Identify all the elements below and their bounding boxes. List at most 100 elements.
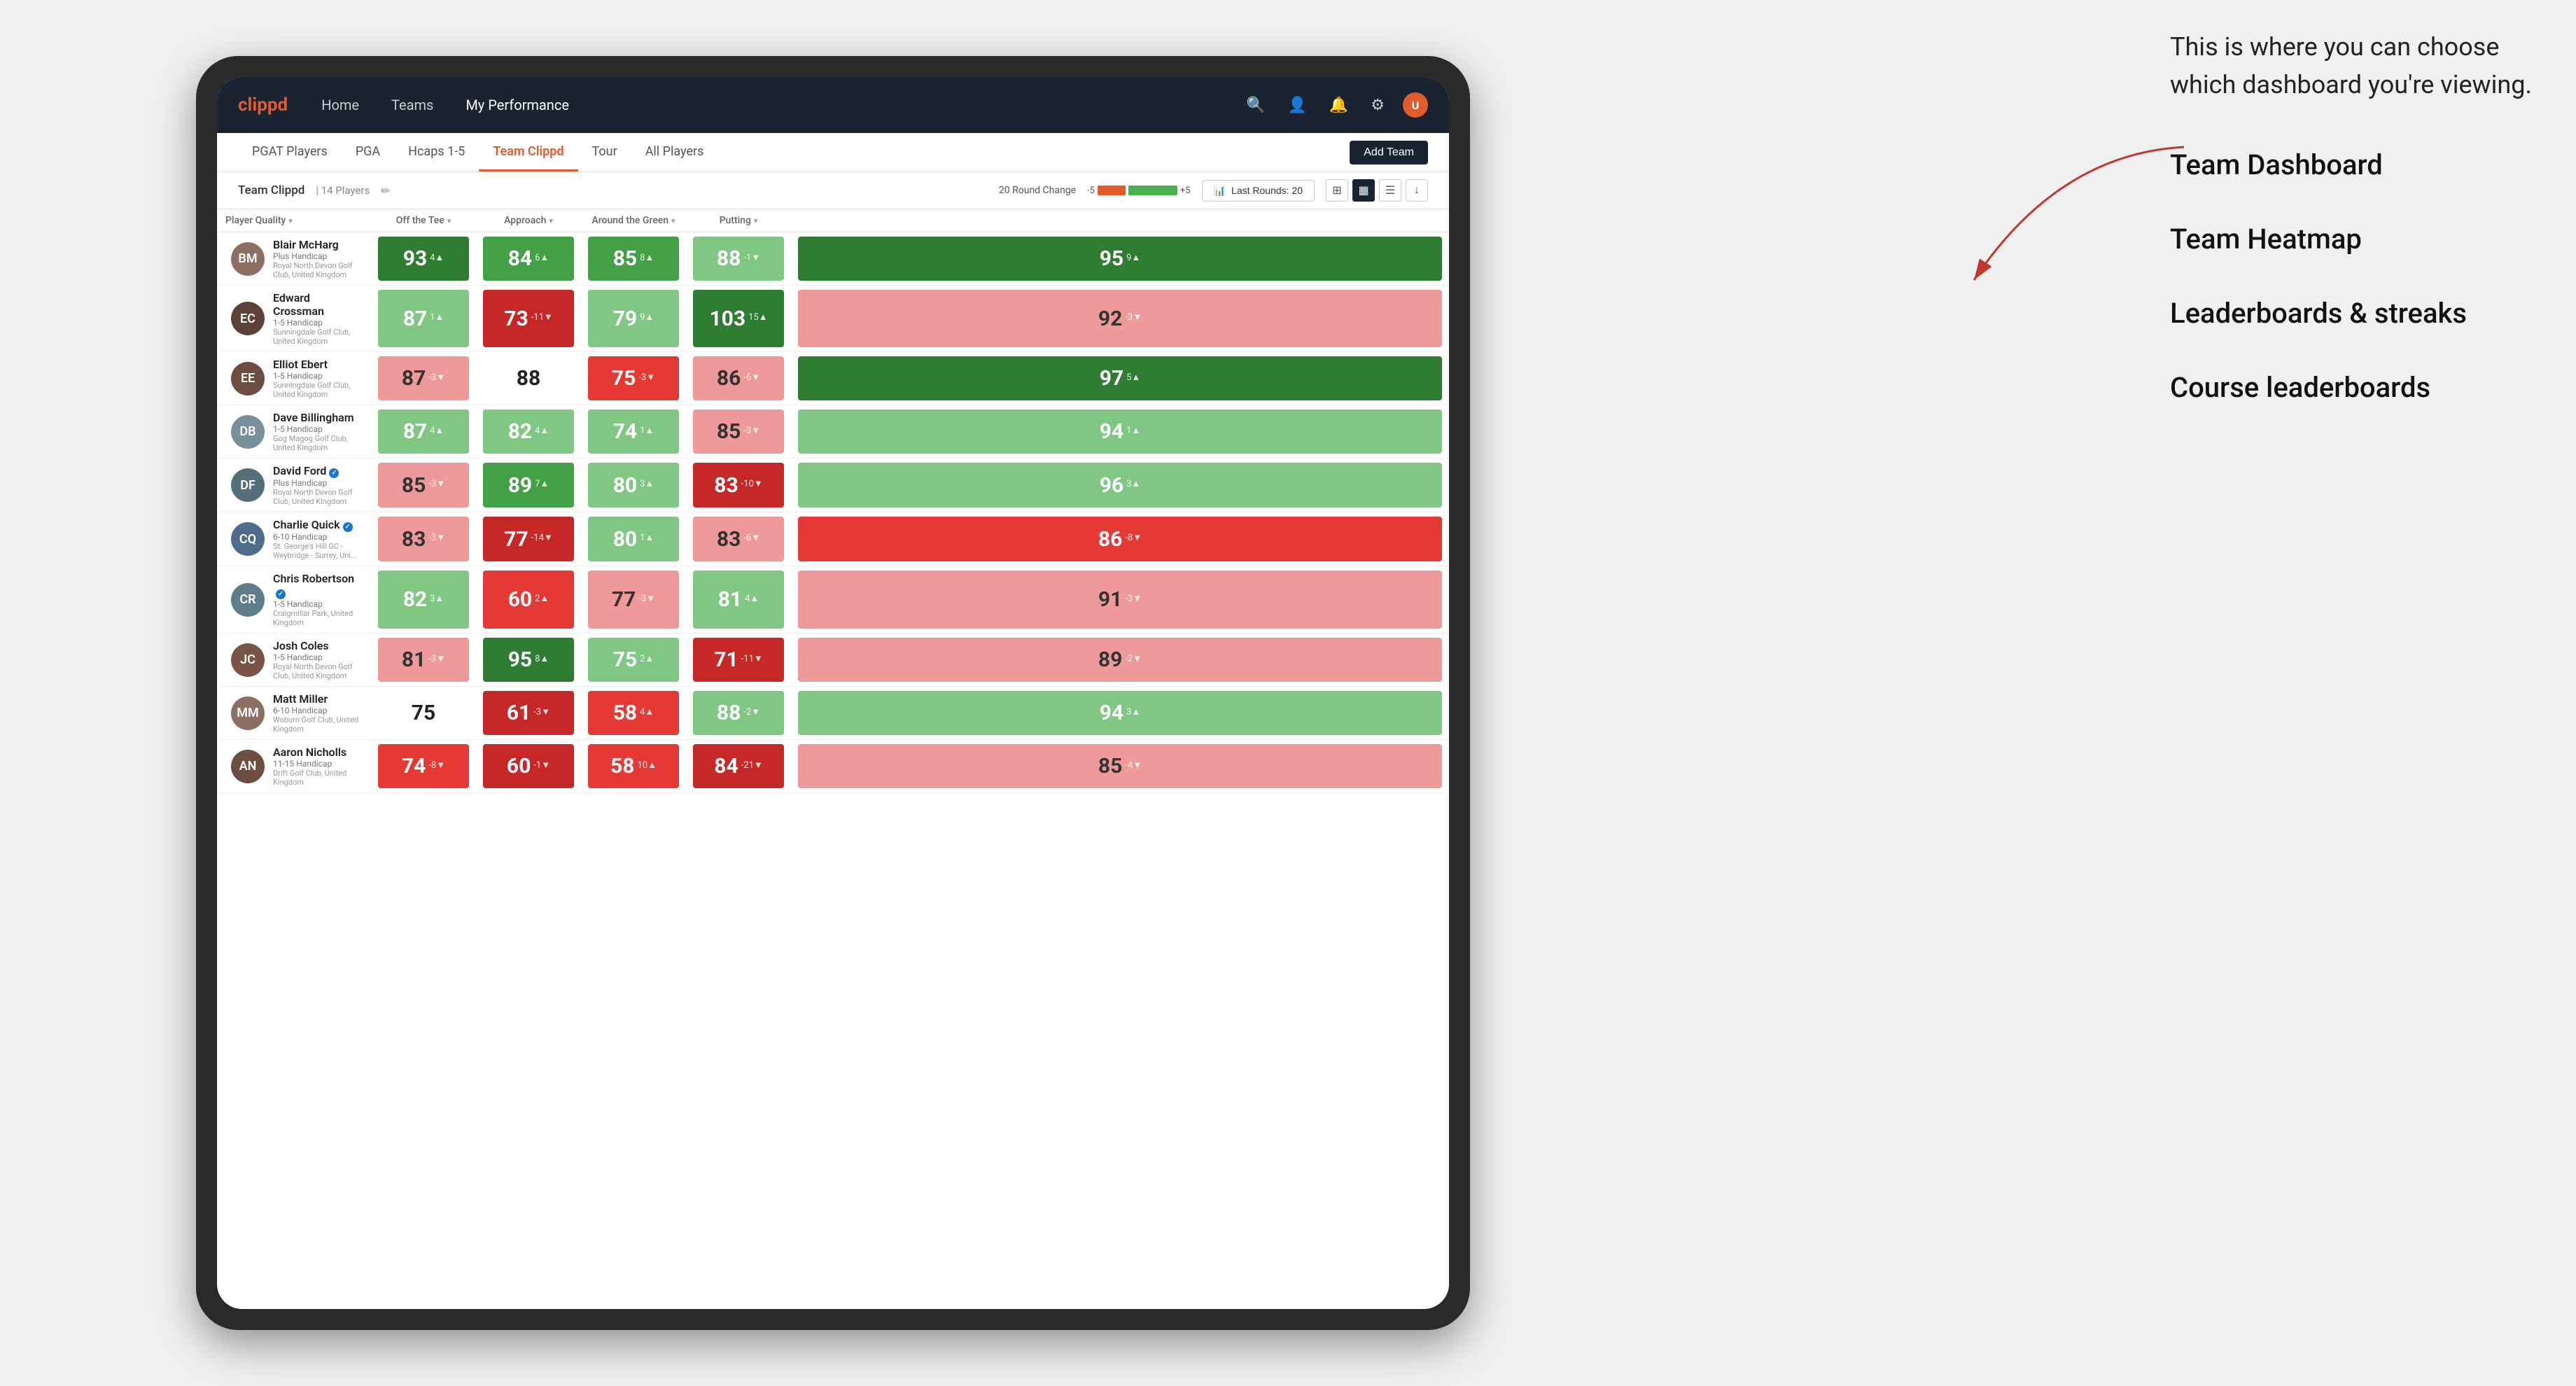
score-cell: 85 8▲ — [581, 232, 686, 286]
score-cell: 75 2▲ — [581, 634, 686, 687]
sort-icon: ▾ — [447, 216, 451, 225]
score-cell: 87 -3▼ — [371, 352, 476, 405]
table-container: Player Quality ▾ Off the Tee ▾ — [217, 209, 1449, 1309]
tab-tour[interactable]: Tour — [578, 133, 631, 172]
last-rounds-label: Last Rounds: 20 — [1231, 185, 1303, 196]
download-button[interactable]: ↓ — [1406, 179, 1428, 202]
tab-pga[interactable]: PGA — [342, 133, 394, 172]
players-tbody: BMBlair McHargPlus HandicapRoyal North D… — [217, 232, 1449, 793]
score-cell: 58 4▲ — [581, 687, 686, 740]
table-row[interactable]: MMMatt Miller6-10 HandicapWoburn Golf Cl… — [217, 687, 1449, 740]
add-team-button[interactable]: Add Team — [1350, 141, 1428, 164]
player-club: Royal North Devon Golf Club, United King… — [273, 488, 363, 506]
player-name: Charlie Quick✓ — [273, 518, 363, 532]
profile-button[interactable]: 👤 — [1283, 92, 1310, 118]
player-name: David Ford✓ — [273, 464, 363, 478]
table-row[interactable]: JCJosh Coles1-5 HandicapRoyal North Devo… — [217, 634, 1449, 687]
score-cell: 93 4▲ — [371, 232, 476, 286]
bar-red — [1098, 186, 1126, 195]
player-club: Craigmillar Park, United Kingdom — [273, 609, 363, 627]
dashboard-options: Team Dashboard Team Heatmap Leaderboards… — [2170, 146, 2534, 407]
team-header: Team Clippd | 14 Players ✏ 20 Round Chan… — [217, 172, 1449, 209]
score-cell: 89 7▲ — [476, 458, 581, 512]
player-name: Blair McHarg — [273, 238, 363, 251]
score-cell: 80 1▲ — [581, 512, 686, 566]
score-cell: 103 15▲ — [686, 286, 791, 352]
view-icons: ⊞ ▦ ☰ ↓ — [1326, 179, 1428, 202]
edit-icon[interactable]: ✏ — [381, 184, 390, 197]
player-cell: DBDave Billingham1-5 HandicapGog Magog G… — [217, 405, 371, 458]
option-team-dashboard: Team Dashboard — [2170, 146, 2534, 185]
col-header-putting: Putting ▾ — [686, 209, 791, 232]
score-cell: 88 — [476, 352, 581, 405]
score-cell: 80 3▲ — [581, 458, 686, 512]
player-handicap: Plus Handicap — [273, 251, 363, 261]
player-handicap: 6-10 Handicap — [273, 706, 363, 715]
tab-all-players[interactable]: All Players — [631, 133, 718, 172]
table-row[interactable]: ECEdward Crossman1-5 HandicapSunningdale… — [217, 286, 1449, 352]
col-header-player: Player Quality ▾ — [217, 209, 371, 232]
player-handicap: 11-15 Handicap — [273, 759, 363, 769]
table-row[interactable]: DBDave Billingham1-5 HandicapGog Magog G… — [217, 405, 1449, 458]
sort-icon: ▾ — [288, 216, 293, 225]
option-course-leaderboards: Course leaderboards — [2170, 368, 2534, 407]
score-cell: 85 -4▼ — [791, 740, 1449, 793]
score-cell: 84 -21▼ — [686, 740, 791, 793]
player-name: Edward Crossman — [273, 291, 363, 318]
round-change-pos: +5 — [1180, 186, 1191, 196]
team-name: Team Clippd — [238, 183, 304, 197]
tablet-screen: clippd Home Teams My Performance 🔍 👤 🔔 ⚙… — [217, 77, 1449, 1309]
player-cell: CRChris Robertson✓1-5 HandicapCraigmilla… — [217, 566, 371, 634]
table-row[interactable]: DFDavid Ford✓Plus HandicapRoyal North De… — [217, 458, 1449, 512]
grid-view-button[interactable]: ⊞ — [1326, 179, 1348, 202]
score-cell: 94 1▲ — [791, 405, 1449, 458]
score-cell: 82 4▲ — [476, 405, 581, 458]
list-view-button[interactable]: ☰ — [1379, 179, 1401, 202]
tab-pgat-players[interactable]: PGAT Players — [238, 133, 342, 172]
top-nav: clippd Home Teams My Performance 🔍 👤 🔔 ⚙… — [217, 77, 1449, 133]
tab-hcaps[interactable]: Hcaps 1-5 — [394, 133, 479, 172]
player-club: Gog Magog Golf Club, United Kingdom — [273, 434, 363, 452]
table-row[interactable]: CRChris Robertson✓1-5 HandicapCraigmilla… — [217, 566, 1449, 634]
player-cell: DFDavid Ford✓Plus HandicapRoyal North De… — [217, 458, 371, 512]
sub-nav: PGAT Players PGA Hcaps 1-5 Team Clippd T… — [217, 133, 1449, 172]
score-cell: 87 1▲ — [371, 286, 476, 352]
score-cell: 71 -11▼ — [686, 634, 791, 687]
score-cell: 95 9▲ — [791, 232, 1449, 286]
nav-home[interactable]: Home — [316, 94, 365, 116]
nav-my-performance[interactable]: My Performance — [460, 94, 575, 116]
table-row[interactable]: EEElliot Ebert1-5 HandicapSunningdale Go… — [217, 352, 1449, 405]
score-cell: 74 -8▼ — [371, 740, 476, 793]
search-button[interactable]: 🔍 — [1242, 92, 1269, 118]
player-name: Aaron Nicholls — [273, 746, 363, 759]
tablet-frame: clippd Home Teams My Performance 🔍 👤 🔔 ⚙… — [196, 56, 1470, 1330]
player-name: Dave Billingham — [273, 411, 363, 424]
tab-team-clippd[interactable]: Team Clippd — [479, 133, 578, 172]
table-row[interactable]: BMBlair McHargPlus HandicapRoyal North D… — [217, 232, 1449, 286]
player-cell: EEElliot Ebert1-5 HandicapSunningdale Go… — [217, 352, 371, 405]
score-cell: 86 -6▼ — [686, 352, 791, 405]
notifications-button[interactable]: 🔔 — [1325, 92, 1352, 118]
nav-teams[interactable]: Teams — [386, 94, 439, 116]
col-header-around-green: Around the Green ▾ — [581, 209, 686, 232]
score-cell: 74 1▲ — [581, 405, 686, 458]
user-avatar[interactable]: U — [1403, 92, 1428, 118]
player-handicap: 1-5 Handicap — [273, 652, 363, 662]
settings-button[interactable]: ⚙ — [1366, 92, 1389, 118]
option-team-heatmap: Team Heatmap — [2170, 220, 2534, 259]
last-rounds-button[interactable]: 📊 Last Rounds: 20 — [1202, 180, 1315, 202]
score-cell: 77 -14▼ — [476, 512, 581, 566]
player-club: St. George's Hill GC - Weybridge - Surre… — [273, 542, 363, 560]
logo: clippd — [238, 94, 288, 115]
player-cell: CQCharlie Quick✓6-10 HandicapSt. George'… — [217, 512, 371, 566]
score-cell: 89 -2▼ — [791, 634, 1449, 687]
table-row[interactable]: CQCharlie Quick✓6-10 HandicapSt. George'… — [217, 512, 1449, 566]
player-cell: BMBlair McHargPlus HandicapRoyal North D… — [217, 232, 371, 286]
annotation-text: This is where you can choose which dashb… — [2170, 28, 2534, 104]
player-club: Drift Golf Club, United Kingdom — [273, 769, 363, 787]
table-row[interactable]: ANAaron Nicholls11-15 HandicapDrift Golf… — [217, 740, 1449, 793]
score-cell: 73 -11▼ — [476, 286, 581, 352]
heatmap-view-button[interactable]: ▦ — [1352, 179, 1375, 202]
score-cell: 91 -3▼ — [791, 566, 1449, 634]
sort-icon: ▾ — [754, 216, 758, 225]
